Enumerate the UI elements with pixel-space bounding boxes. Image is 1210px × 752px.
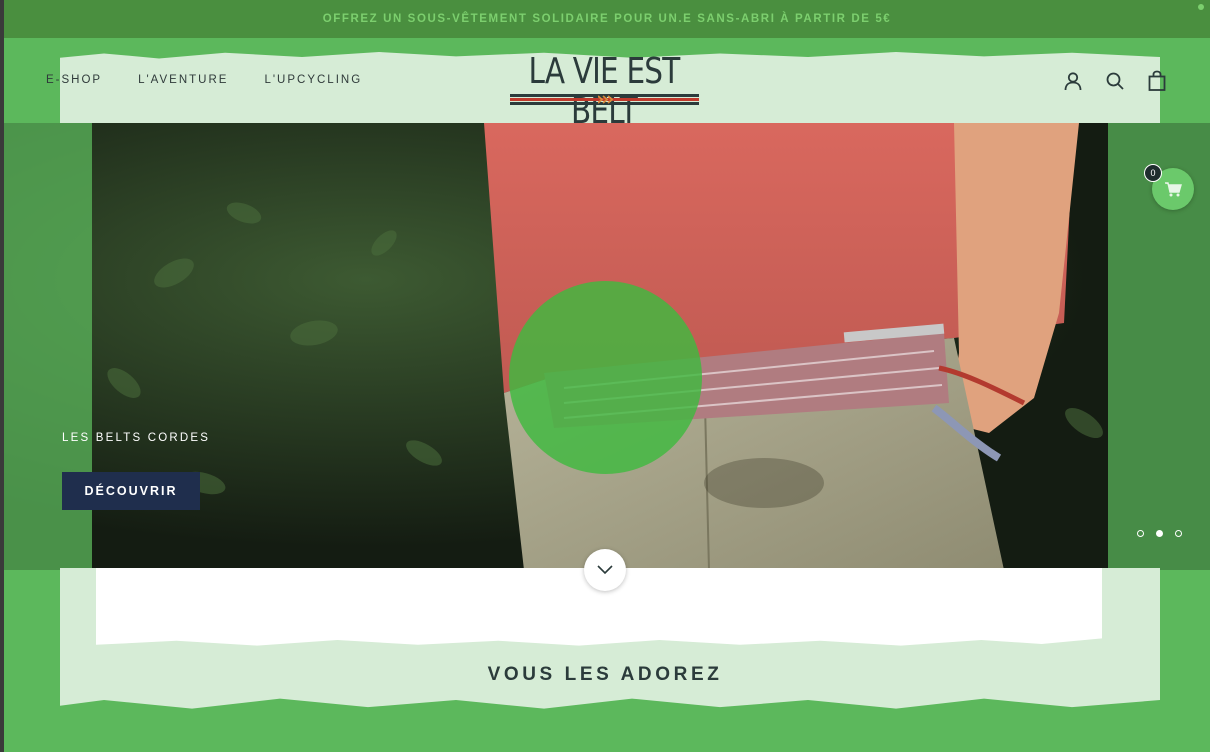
cart-icon xyxy=(1165,182,1182,197)
slide-dot-3[interactable] xyxy=(1175,530,1182,537)
logo-stripes xyxy=(510,94,699,106)
nav-item-aventure[interactable]: L'AVENTURE xyxy=(138,74,228,86)
chevron-down-icon xyxy=(597,565,613,575)
scroll-down-button[interactable] xyxy=(584,549,626,591)
account-icon[interactable] xyxy=(1062,70,1084,92)
logo-text: LA VIE EST BELT xyxy=(528,51,681,132)
main-nav: E-SHOP L'AVENTURE L'UPCYCLING xyxy=(46,74,362,86)
bag-icon[interactable] xyxy=(1146,70,1168,92)
logo-arrows-icon xyxy=(598,95,614,104)
green-circle-decoration xyxy=(509,281,702,474)
discover-button[interactable]: DÉCOUVRIR xyxy=(62,472,200,510)
page: OFFREZ UN SOUS-VÊTEMENT SOLIDAIRE POUR U… xyxy=(0,0,1210,752)
slide-dot-1[interactable] xyxy=(1137,530,1144,537)
nav-item-eshop[interactable]: E-SHOP xyxy=(46,74,102,86)
promo-dot xyxy=(1198,4,1204,10)
hero-slideshow[interactable]: LES BELTS CORDES DÉCOUVRIR xyxy=(4,123,1210,570)
hero-title: LES BELTS CORDES xyxy=(62,432,211,444)
nav-item-upcycling[interactable]: L'UPCYCLING xyxy=(264,74,362,86)
promo-text: OFFREZ UN SOUS-VÊTEMENT SOLIDAIRE POUR U… xyxy=(322,13,892,25)
slide-dots xyxy=(1137,530,1182,537)
cart-count-badge: 0 xyxy=(1144,164,1162,182)
section-title: VOUS LES ADOREZ xyxy=(487,664,723,685)
slide-dot-2[interactable] xyxy=(1156,530,1163,537)
search-icon[interactable] xyxy=(1104,70,1126,92)
promo-bar[interactable]: OFFREZ UN SOUS-VÊTEMENT SOLIDAIRE POUR U… xyxy=(4,0,1210,38)
site-logo[interactable]: LA VIE EST BELT xyxy=(507,52,701,132)
header-icons xyxy=(1062,70,1168,92)
